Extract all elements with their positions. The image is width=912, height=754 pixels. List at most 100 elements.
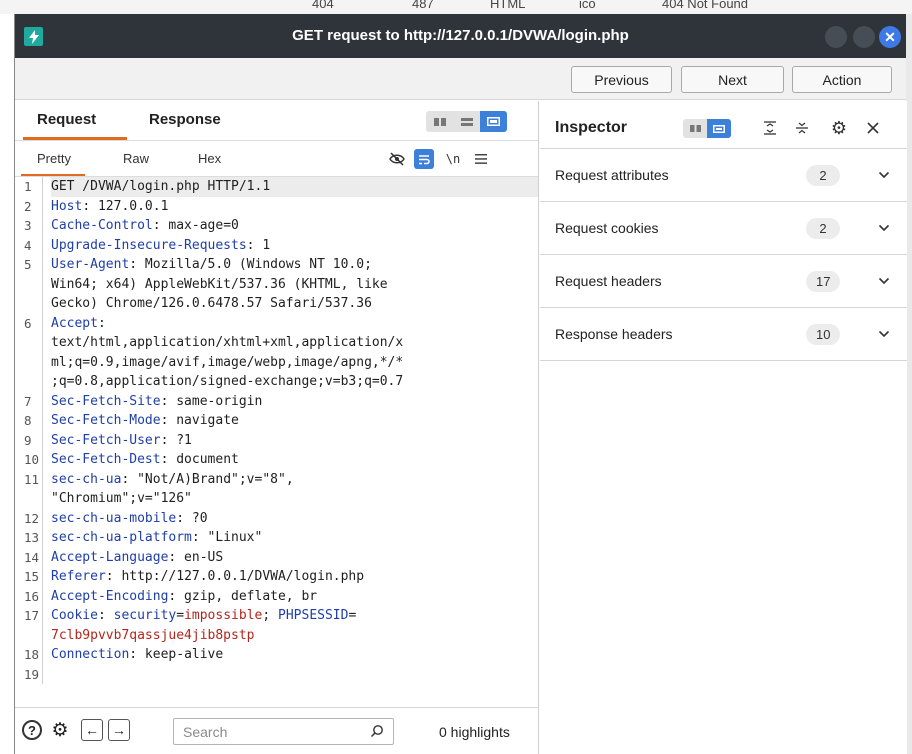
message-tabs: Request Response [15,101,538,140]
editor-line[interactable]: 8 Sec-Fetch-Mode: navigate [15,411,538,431]
collapse-all-icon[interactable] [759,117,781,139]
editor-line[interactable]: 4 Upgrade-Insecure-Requests: 1 [15,235,538,255]
line-number: 14 [15,547,43,567]
editor-line[interactable]: 11 sec-ch-ua: "Not/A)Brand";v="8", "Chro… [15,469,538,509]
chevron-down-icon[interactable] [874,165,894,185]
section-response-headers[interactable]: Response headers 10 [540,308,907,361]
editor-line[interactable]: 16 Accept-Encoding: gzip, deflate, br [15,586,538,606]
editor-line[interactable]: 18 Connection: keep-alive [15,645,538,665]
editor-line[interactable]: 15 Referer: http://127.0.0.1/DVWA/login.p… [15,567,538,587]
section-count-badge: 17 [806,271,841,292]
title-bar[interactable]: GET request to http://127.0.0.1/DVWA/log… [15,14,906,58]
close-window-button[interactable]: ✕ [879,26,901,48]
tab-hex[interactable]: Hex [198,151,221,166]
header-name: Sec-Fetch-Site [51,393,161,409]
next-match-button[interactable]: → [108,719,130,741]
text-segment: : max-age=0 [152,218,239,233]
editor-line[interactable]: 6 Accept: text/html,application/xhtml+xm… [15,313,538,392]
bg-cell: ico [579,0,596,11]
editor-line[interactable]: 14 Accept-Language: en-US [15,547,538,567]
text-segment: : same-origin [160,393,263,409]
editor-line[interactable]: 7 Sec-Fetch-Site: same-origin [15,391,538,411]
text-segment: = [176,608,185,623]
search-input[interactable] [173,718,394,745]
line-number: 9 [15,430,43,450]
header-name: sec-ch-ua [51,471,122,487]
hide-nonprintable-icon[interactable] [387,149,407,169]
inspector-title: Inspector [555,119,628,136]
editor-line[interactable]: 9 Sec-Fetch-User: ?1 [15,430,538,451]
section-count-badge: 10 [806,324,841,345]
inspector-settings-gear-icon[interactable]: ⚙ [828,117,850,139]
editor-line[interactable]: 13 sec-ch-ua-platform: "Linux" [15,528,538,548]
line-number: 6 [15,313,43,392]
editor-line[interactable]: 17 Cookie: security=impossible; PHPSESSI… [15,606,538,645]
help-icon[interactable]: ? [22,720,42,740]
close-inspector-icon[interactable] [862,117,884,139]
line-number: 12 [15,508,43,528]
editor-line[interactable]: 3 Cache-Control: max-age=0 [15,216,538,236]
line-content [51,665,538,685]
editor-line[interactable]: 2 Host: 127.0.0.1 [15,196,538,216]
section-request-attributes[interactable]: Request attributes 2 [540,149,907,202]
editor-line[interactable]: 1 GET /DVWA/login.php HTTP/1.1 [15,177,538,197]
menu-icon[interactable] [471,149,491,169]
editor-line[interactable]: 19 [15,664,538,685]
arrow-left-icon: ← [85,722,99,738]
maximize-button[interactable] [853,26,875,48]
line-content: Cookie: security=impossible; PHPSESSID= … [51,606,538,645]
line-number: 5 [15,255,43,314]
request-window: GET request to http://127.0.0.1/DVWA/log… [14,14,907,754]
line-content: Referer: http://127.0.0.1/DVWA/login.php [51,567,538,587]
line-number: 10 [15,450,43,470]
layout-single-button[interactable] [480,111,507,132]
text-segment: : 1 [246,237,271,253]
line-content: sec-ch-ua-mobile: ?0 [51,509,538,529]
section-count-badge: 2 [806,218,840,239]
chevron-down-icon[interactable] [874,324,894,344]
tab-raw[interactable]: Raw [123,151,149,166]
section-count-badge: 2 [806,165,840,186]
settings-gear-icon[interactable]: ⚙ [49,719,71,741]
chevron-down-icon[interactable] [874,271,894,291]
word-wrap-icon[interactable] [414,149,434,169]
tab-response[interactable]: Response [149,111,221,128]
line-number: 2 [15,196,43,216]
line-number: 1 [15,177,43,197]
previous-button[interactable]: Previous [571,66,672,93]
expand-all-icon[interactable] [791,117,813,139]
text-segment: : en-US [168,549,224,565]
text-segment: : http://127.0.0.1/DVWA/login.php [105,569,365,584]
previous-match-button[interactable]: ← [81,719,103,741]
section-request-cookies[interactable]: Request cookies 2 [540,202,907,255]
request-editor[interactable]: 1 GET /DVWA/login.php HTTP/1.1 2 Host: 127.… [15,177,538,697]
header-name: User-Agent [51,257,130,272]
line-number: 13 [15,528,43,548]
section-request-headers[interactable]: Request headers 17 [540,255,907,308]
next-button[interactable]: Next [681,66,784,93]
header-name: Accept [51,315,98,331]
editor-line[interactable]: 12 sec-ch-ua-mobile: ?0 [15,508,538,529]
inspector-layout-columns-button[interactable] [683,119,707,138]
editor-line[interactable]: 10 Sec-Fetch-Dest: document [15,450,538,470]
text-segment: : "Linux" [191,530,263,545]
tab-request[interactable]: Request [37,111,96,128]
text-segment: : ?1 [160,432,192,448]
line-number: 4 [15,235,43,255]
inspector-layout-single-button[interactable] [707,119,731,138]
header-name: Referer [51,569,106,584]
chevron-down-icon[interactable] [874,218,894,238]
line-content: Sec-Fetch-User: ?1 [51,431,538,451]
active-subtab-indicator [21,174,85,176]
editor-line[interactable]: 5 User-Agent: Mozilla/5.0 (Windows NT 10… [15,255,538,314]
search-bar: ? ⚙ ← → 0 highlights [15,707,538,754]
minimize-button[interactable] [825,26,847,48]
view-mode-tabs: Pretty Raw Hex \n [15,140,538,177]
layout-stacked-button[interactable] [453,111,480,132]
text-segment: : keep-alive [129,647,224,662]
bg-cell: 404 Not Found [662,0,749,11]
action-button[interactable]: Action [792,66,892,93]
tab-pretty[interactable]: Pretty [37,151,71,166]
layout-side-by-side-button[interactable] [426,111,453,132]
show-newlines-icon[interactable]: \n [443,149,463,169]
